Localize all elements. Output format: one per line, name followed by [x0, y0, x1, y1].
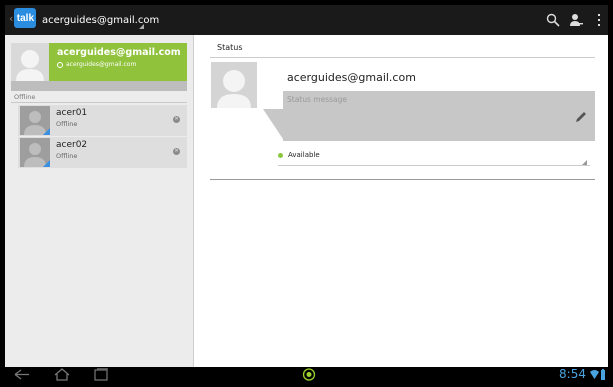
- account-spinner[interactable]: acerguides@gmail.com: [42, 5, 159, 35]
- home-icon[interactable]: [53, 368, 71, 381]
- talk-logo-icon: talk: [14, 8, 37, 28]
- status-message-placeholder: Status message: [287, 95, 347, 104]
- contact-avatar: [20, 106, 50, 135]
- my-sub-text: acerguides@gmail.com: [66, 61, 137, 68]
- battery-icon: [601, 369, 605, 380]
- default-avatar-icon: [217, 70, 251, 108]
- status-ring-icon: [57, 61, 63, 68]
- profile-name: acerguides@gmail.com: [287, 71, 416, 84]
- contact-item[interactable]: acer02 Offline ✕: [18, 137, 187, 168]
- spinner-triangle-icon: [139, 24, 144, 29]
- contact-status: Offline: [56, 152, 78, 160]
- search-icon[interactable]: [545, 12, 561, 28]
- section-header-offline: Offline: [11, 93, 187, 103]
- talk-logo-text: talk: [16, 12, 35, 24]
- availability-spinner[interactable]: Available: [278, 151, 320, 159]
- status-bubble-notch: [263, 109, 283, 139]
- available-dot-icon: [278, 152, 283, 158]
- overflow-menu-icon[interactable]: [591, 12, 607, 28]
- profile-avatar[interactable]: [211, 62, 257, 108]
- clock: 8:54: [559, 367, 586, 381]
- availability-label: Available: [288, 151, 320, 159]
- contact-item[interactable]: acer01 Offline ✕: [18, 105, 187, 136]
- action-bar: ‹ talk acerguides@gmail.com: [5, 5, 608, 35]
- add-contact-icon[interactable]: [568, 12, 584, 28]
- contact-status: Offline: [56, 120, 78, 128]
- availability-rule: [278, 165, 590, 166]
- offline-x-icon: ✕: [173, 148, 180, 155]
- contacts-panel: acerguides@gmail.com acerguides@gmail.co…: [5, 35, 193, 367]
- my-avatar: [11, 43, 49, 81]
- status-title-rule: [210, 57, 595, 58]
- contact-name: acer02: [56, 140, 88, 150]
- my-sub: acerguides@gmail.com: [57, 61, 136, 68]
- system-nav-bar: 8:54: [5, 367, 608, 382]
- status-message-input[interactable]: Status message: [283, 91, 595, 141]
- app-home-button[interactable]: ‹ talk: [9, 8, 37, 28]
- wifi-icon: [590, 370, 599, 379]
- offline-x-icon: ✕: [173, 116, 180, 123]
- status-section-divider: [210, 179, 595, 180]
- my-card-shadow: [11, 81, 187, 91]
- screen: ‹ talk acerguides@gmail.com acerguides@g…: [5, 5, 608, 382]
- pencil-icon[interactable]: [575, 111, 587, 123]
- default-avatar-icon: [16, 50, 44, 81]
- recent-apps-icon[interactable]: [93, 368, 109, 381]
- back-icon[interactable]: [13, 368, 31, 381]
- presence-corner-icon: [43, 128, 50, 135]
- app-launcher-icon[interactable]: [302, 368, 316, 381]
- my-name: acerguides@gmail.com: [57, 47, 181, 58]
- status-title: Status: [217, 43, 243, 52]
- my-status-card[interactable]: acerguides@gmail.com acerguides@gmail.co…: [11, 43, 187, 81]
- panel-divider: [193, 35, 194, 367]
- presence-corner-icon: [43, 160, 50, 167]
- contact-name: acer01: [56, 108, 88, 118]
- up-caret-icon: ‹: [9, 11, 14, 25]
- contact-avatar: [20, 138, 50, 167]
